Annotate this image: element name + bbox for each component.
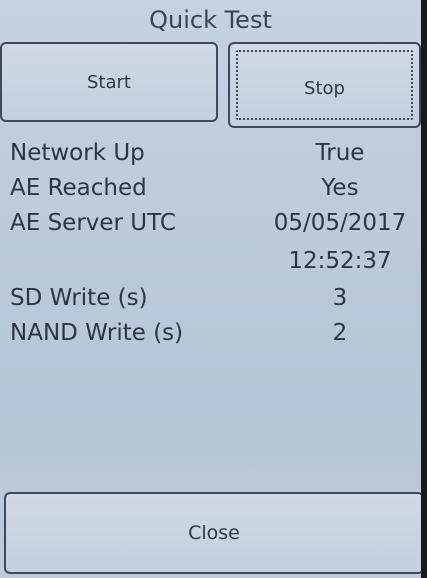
result-label: NAND Write (s) xyxy=(10,320,184,346)
result-value: 05/05/2017 xyxy=(273,210,407,236)
close-button[interactable]: Close xyxy=(4,492,421,574)
result-row-nand-write: NAND Write (s) 2 xyxy=(0,320,421,356)
result-value: Yes xyxy=(321,175,359,201)
result-label: Network Up xyxy=(10,140,145,166)
stop-button[interactable]: Stop xyxy=(228,42,421,128)
quick-test-screen: Quick Test Start Stop Network Up True AE… xyxy=(0,0,421,578)
result-label: AE Server UTC xyxy=(10,210,176,236)
start-button[interactable]: Start xyxy=(0,42,218,122)
result-row-network-up: Network Up True xyxy=(0,140,421,176)
close-button-label: Close xyxy=(188,522,240,544)
start-button-label: Start xyxy=(87,71,131,93)
result-row-sd-write: SD Write (s) 3 xyxy=(0,285,421,321)
result-row-ae-reached: AE Reached Yes xyxy=(0,175,421,211)
dialog-title: Quick Test xyxy=(149,6,272,34)
result-value: 12:52:37 xyxy=(288,248,392,274)
result-row-ae-server-utc: AE Server UTC 05/05/2017 xyxy=(0,210,421,246)
stop-button-label: Stop xyxy=(304,77,345,99)
result-value: 2 xyxy=(332,320,348,346)
result-value: True xyxy=(315,140,365,166)
result-label: SD Write (s) xyxy=(10,285,148,311)
result-value: 3 xyxy=(332,285,348,311)
result-row-utc-time: 12:52:37 xyxy=(0,248,421,284)
result-label: AE Reached xyxy=(10,175,147,201)
